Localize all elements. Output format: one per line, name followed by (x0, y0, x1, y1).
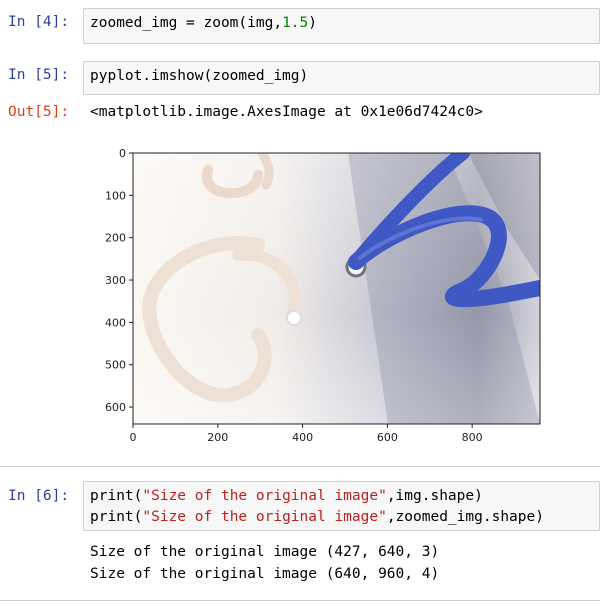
y-tick-label: 0 (119, 147, 126, 160)
code-line: print("Size of the original image",img.s… (90, 488, 483, 504)
code-input[interactable]: pyplot.imshow(zoomed_img) (83, 61, 600, 95)
code-input[interactable]: print("Size of the original image",img.s… (83, 481, 600, 531)
y-tick-label: 500 (105, 359, 126, 372)
cell-separator (0, 466, 600, 467)
output-text: Size of the original image (640, 960, 4) (90, 566, 440, 582)
image-content (133, 153, 540, 424)
y-axis: 0 100 200 300 400 500 600 (105, 147, 133, 414)
code-line: print("Size of the original image",zoome… (90, 509, 544, 525)
input-prompt: In [6]: (8, 488, 70, 504)
x-tick-label: 400 (292, 431, 313, 444)
imshow-figure: 0 100 200 300 400 500 600 0 200 400 600 800 (88, 140, 558, 452)
code-input[interactable]: zoomed_img = zoom(img,1.5) (83, 8, 600, 44)
y-tick-label: 300 (105, 274, 126, 287)
input-prompt: In [5]: (8, 67, 70, 83)
output-text: Size of the original image (427, 640, 3) (90, 544, 440, 560)
x-tick-label: 600 (377, 431, 398, 444)
x-tick-label: 800 (462, 431, 483, 444)
input-prompt: In [4]: (8, 14, 70, 30)
x-tick-label: 0 (130, 431, 137, 444)
x-tick-label: 200 (207, 431, 228, 444)
x-axis: 0 200 400 600 800 (130, 424, 483, 444)
plot-svg: 0 100 200 300 400 500 600 0 200 400 600 800 (105, 147, 541, 444)
y-tick-label: 400 (105, 316, 126, 329)
y-tick-label: 200 (105, 232, 126, 245)
y-tick-label: 100 (105, 189, 126, 202)
y-tick-label: 600 (105, 401, 126, 414)
cell-separator (0, 600, 600, 601)
output-prompt: Out[5]: (8, 104, 70, 120)
code-line: pyplot.imshow(zoomed_img) (90, 68, 309, 84)
output-text: <matplotlib.image.AxesImage at 0x1e06d74… (90, 104, 483, 120)
code-line: zoomed_img = zoom(img,1.5) (90, 15, 317, 31)
